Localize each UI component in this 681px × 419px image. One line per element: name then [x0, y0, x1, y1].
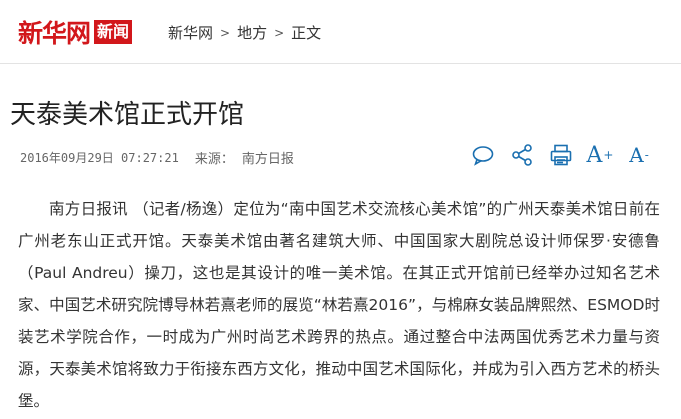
breadcrumb-separator: >	[274, 25, 285, 40]
breadcrumb-separator: >	[220, 25, 231, 40]
article-tools: A + A-	[470, 142, 652, 168]
source-label: 来源：	[194, 152, 234, 167]
breadcrumb: 新华网 > 地方 > 正文	[168, 22, 321, 43]
font-decrease-icon[interactable]: A-	[626, 142, 652, 168]
logo-text: 新华网	[18, 19, 91, 48]
minus-sign: -	[644, 148, 649, 162]
breadcrumb-local[interactable]: 地方	[237, 22, 267, 43]
font-decrease-glyph: A	[629, 143, 644, 167]
font-increase-glyph: A	[586, 142, 603, 168]
comment-icon[interactable]	[470, 142, 496, 168]
top-header: 新华网 新闻 新华网 > 地方 > 正文	[0, 0, 681, 64]
breadcrumb-home[interactable]: 新华网	[168, 22, 213, 43]
font-increase-icon[interactable]: A +	[586, 142, 614, 168]
share-icon[interactable]	[509, 142, 535, 168]
xinhuanet-logo[interactable]: 新华网 新闻	[18, 17, 133, 48]
source-name: 南方日报	[241, 152, 294, 167]
logo-news-badge: 新闻	[94, 20, 133, 44]
print-icon[interactable]	[548, 142, 574, 168]
article-meta: 2016年09月29日 07:27:21 来源： 南方日报	[20, 148, 294, 167]
publish-datetime: 2016年09月29日 07:27:21	[20, 151, 179, 165]
article-body: 南方日报讯 （记者/杨逸）定位为“南中国艺术交流核心美术馆”的广州天泰美术馆日前…	[18, 200, 660, 410]
article-title: 天泰美术馆正式开馆	[10, 100, 245, 130]
plus-sign: +	[603, 148, 614, 162]
breadcrumb-current: 正文	[291, 24, 322, 42]
